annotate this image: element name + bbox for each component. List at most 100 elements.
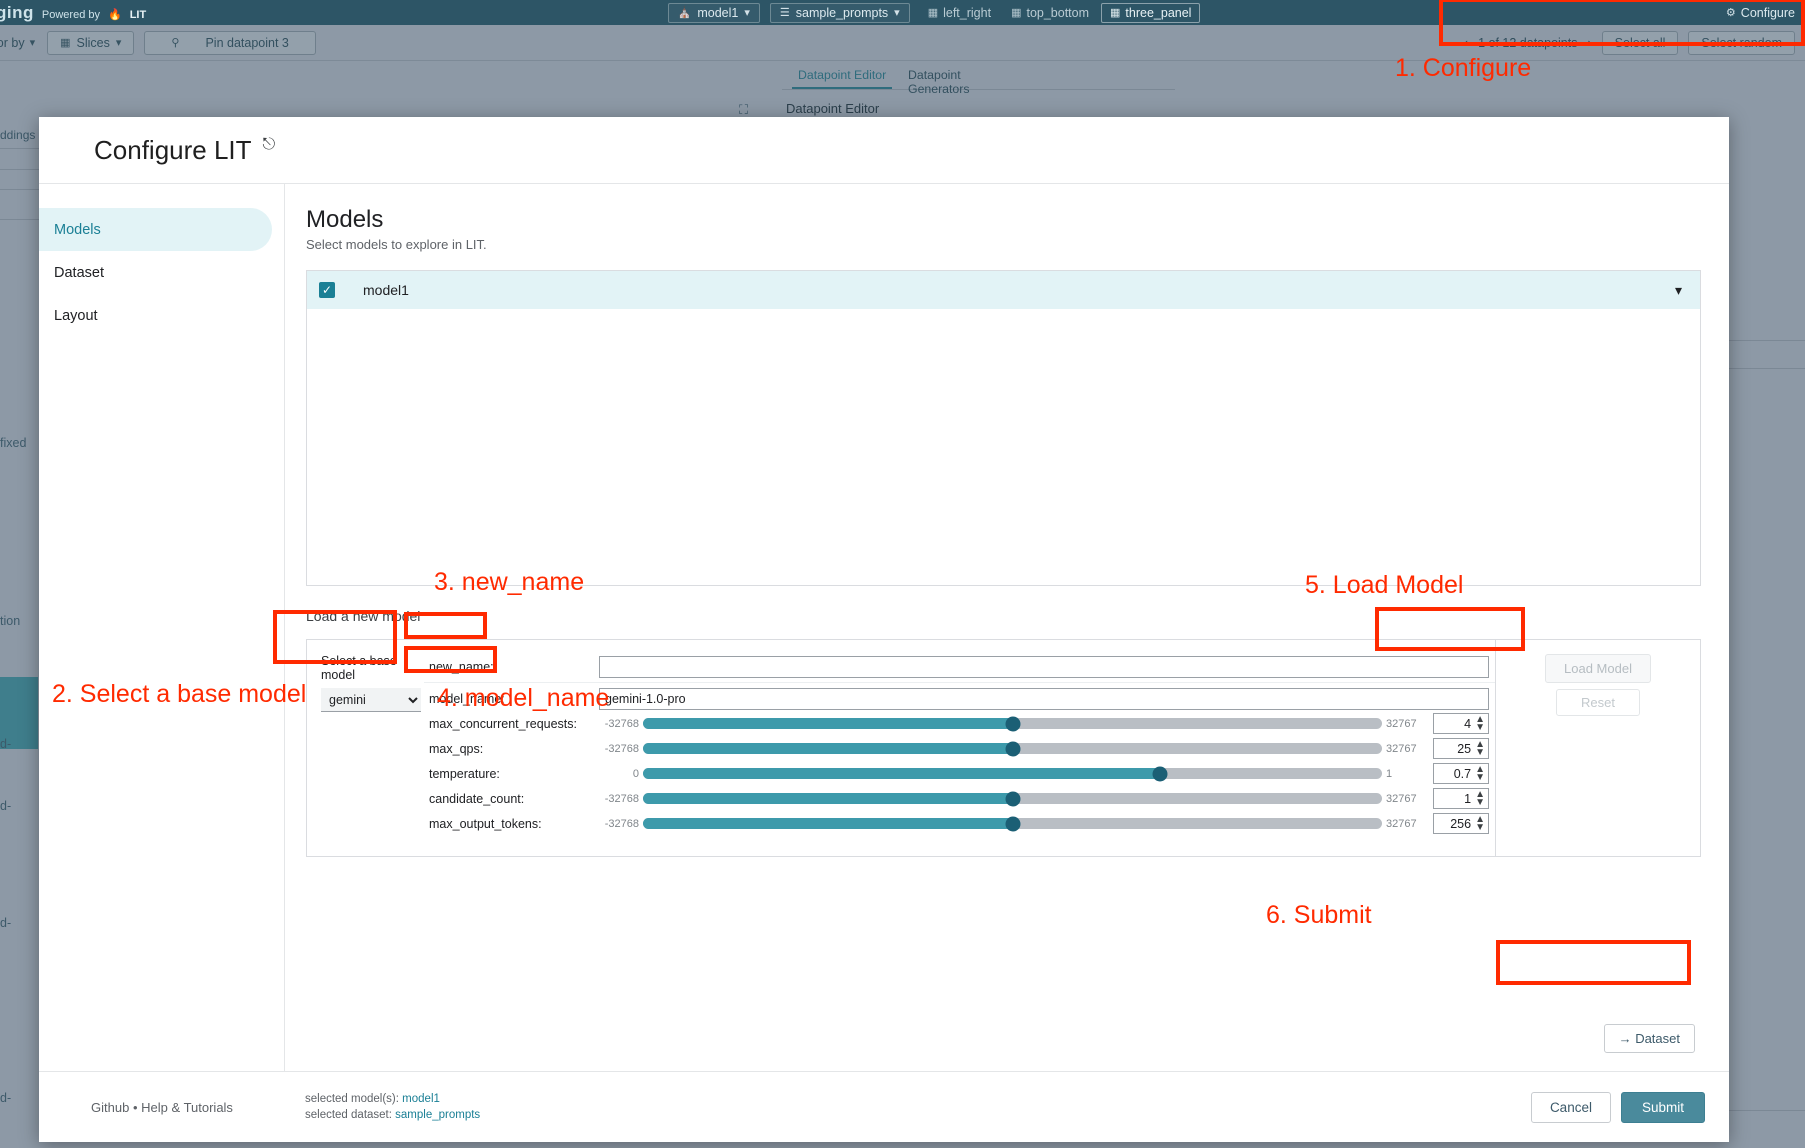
stepper-arrows-icon[interactable]: ▲▼ xyxy=(1475,816,1485,832)
slider-max: 32767 xyxy=(1382,793,1426,805)
footer-separator: • xyxy=(133,1100,138,1115)
open-in-new-icon[interactable]: ⎋ xyxy=(263,136,276,154)
slider-thumb[interactable] xyxy=(1005,716,1020,731)
slider-max: 32767 xyxy=(1382,818,1426,830)
layout-left-right[interactable]: ▦ left_right xyxy=(920,4,999,22)
annotation-box-model-name xyxy=(404,646,497,673)
sidebar-item-models[interactable]: Models xyxy=(39,208,272,251)
field-row-new-name: new_name: xyxy=(424,654,1495,679)
stepper-value: 256 xyxy=(1450,817,1471,831)
grid-icon: ▦ xyxy=(60,36,70,49)
sidebar-item-layout[interactable]: Layout xyxy=(39,294,272,337)
background-text: tion xyxy=(0,614,20,628)
layout-top-bottom[interactable]: ▦ top_bottom xyxy=(1003,4,1097,22)
annotation-label-2: 2. Select a base model xyxy=(52,680,306,709)
dialog-footer: Github • Help & Tutorials selected model… xyxy=(39,1071,1729,1142)
max-qps-stepper[interactable]: 25 ▲▼ xyxy=(1433,738,1489,759)
fullscreen-icon[interactable]: ⛶ xyxy=(739,102,748,118)
max-qps-slider[interactable] xyxy=(643,743,1382,754)
slider-thumb[interactable] xyxy=(1153,766,1168,781)
footer-buttons: Cancel Submit xyxy=(1531,1092,1729,1123)
model-list-item[interactable]: ✓ model1 ▾ xyxy=(307,271,1700,309)
temperature-stepper[interactable]: 0.7 ▲▼ xyxy=(1433,763,1489,784)
github-link[interactable]: Github xyxy=(91,1100,129,1115)
pane-bottom-area: → Dataset xyxy=(306,857,1701,1071)
model-item-label: model1 xyxy=(363,282,1647,298)
color-by-control[interactable]: lor by ▾ xyxy=(0,36,35,50)
stepper-value: 25 xyxy=(1457,742,1471,756)
selected-models-value[interactable]: model1 xyxy=(402,1093,440,1105)
stepper-arrows-icon[interactable]: ▲▼ xyxy=(1475,766,1485,782)
max-output-tokens-slider[interactable] xyxy=(643,818,1382,829)
model-chip-label: model1 xyxy=(697,6,738,20)
candidate-count-stepper[interactable]: 1 ▲▼ xyxy=(1433,788,1489,809)
slider-thumb[interactable] xyxy=(1005,741,1020,756)
pane-subheading: Select models to explore in LIT. xyxy=(306,237,1701,252)
slider-max: 1 xyxy=(1382,768,1426,780)
slider-fill xyxy=(643,818,1013,829)
slider-thumb[interactable] xyxy=(1005,791,1020,806)
brand-text: ging xyxy=(0,3,34,23)
dataset-selector-chip[interactable]: ☰ sample_prompts ▾ xyxy=(770,3,910,23)
background-text: d- xyxy=(0,1091,11,1105)
help-tutorials-link[interactable]: Help & Tutorials xyxy=(141,1100,233,1115)
cancel-button[interactable]: Cancel xyxy=(1531,1092,1611,1123)
annotation-label-6: 6. Submit xyxy=(1266,901,1372,930)
models-list: ✓ model1 ▾ xyxy=(306,270,1701,586)
base-model-select[interactable]: gemini xyxy=(321,688,421,712)
slices-button[interactable]: ▦ Slices ▾ xyxy=(47,31,134,55)
model-selector-chip[interactable]: ⛪ model1 ▾ xyxy=(668,3,760,23)
model-fields-column: new_name: model_name: max_concurrent_req… xyxy=(424,640,1495,856)
max-output-tokens-stepper[interactable]: 256 ▲▼ xyxy=(1433,813,1489,834)
slider-fill xyxy=(643,718,1013,729)
layout-label: three_panel xyxy=(1125,6,1191,20)
dataset-icon: ☰ xyxy=(780,6,790,19)
chevron-down-icon[interactable]: ▾ xyxy=(1675,282,1682,299)
new-name-input[interactable] xyxy=(599,656,1489,678)
candidate-count-label: candidate_count: xyxy=(424,792,599,806)
background-left-tab-label: ddings xyxy=(0,128,35,142)
submit-button[interactable]: Submit xyxy=(1621,1092,1705,1123)
slider-max: 32767 xyxy=(1382,743,1426,755)
candidate-count-slider[interactable] xyxy=(643,793,1382,804)
max-concurrent-requests-stepper[interactable]: 4 ▲▼ xyxy=(1433,713,1489,734)
annotation-box-submit xyxy=(1496,940,1691,985)
footer-status: selected model(s): model1 selected datas… xyxy=(285,1091,1531,1123)
selected-dataset-value[interactable]: sample_prompts xyxy=(395,1109,480,1121)
annotation-label-4: 4. model_name xyxy=(437,684,609,713)
slider-thumb[interactable] xyxy=(1005,816,1020,831)
slider-min: -32768 xyxy=(599,793,643,805)
slices-label: Slices xyxy=(77,36,110,50)
slider-min: -32768 xyxy=(599,718,643,730)
load-model-button[interactable]: Load Model xyxy=(1545,654,1651,683)
slider-min: -32768 xyxy=(599,743,643,755)
temperature-slider[interactable] xyxy=(643,768,1382,779)
max-concurrent-requests-slider[interactable] xyxy=(643,718,1382,729)
selected-models-line: selected model(s): model1 xyxy=(305,1091,1531,1107)
model-name-input[interactable] xyxy=(599,688,1489,710)
stepper-arrows-icon[interactable]: ▲▼ xyxy=(1475,741,1485,757)
footer-links: Github • Help & Tutorials xyxy=(39,1100,285,1115)
reset-button[interactable]: Reset xyxy=(1556,689,1640,716)
stepper-value: 0.7 xyxy=(1454,767,1471,781)
selected-dataset-label: selected dataset: xyxy=(305,1109,392,1121)
sidebar-item-dataset[interactable]: Dataset xyxy=(39,251,272,294)
stepper-arrows-icon[interactable]: ▲▼ xyxy=(1475,716,1485,732)
background-text: d- xyxy=(0,916,11,930)
background-panel-title: Datapoint Editor xyxy=(786,101,879,116)
goto-dataset-button[interactable]: → Dataset xyxy=(1604,1024,1695,1053)
pin-datapoint-button[interactable]: ⚲ Pin datapoint 3 xyxy=(144,31,315,55)
stepper-value: 4 xyxy=(1464,717,1471,731)
annotation-label-1: 1. Configure xyxy=(1395,54,1531,83)
tab-datapoint-generators[interactable]: Datapoint Generators xyxy=(908,68,1025,96)
annotation-label-5: 5. Load Model xyxy=(1305,571,1463,600)
background-text: d- xyxy=(0,737,11,751)
layout-three-panel[interactable]: ▦ three_panel xyxy=(1101,3,1200,23)
max-output-tokens-label: max_output_tokens: xyxy=(424,817,599,831)
slider-fill xyxy=(643,768,1160,779)
stepper-arrows-icon[interactable]: ▲▼ xyxy=(1475,791,1485,807)
slider-row-temperature: temperature: 0 1 0.7 ▲▼ xyxy=(424,761,1495,786)
max-concurrent-requests-label: max_concurrent_requests: xyxy=(424,717,599,731)
model-checkbox[interactable]: ✓ xyxy=(319,282,335,298)
tab-datapoint-editor[interactable]: Datapoint Editor xyxy=(798,68,886,82)
